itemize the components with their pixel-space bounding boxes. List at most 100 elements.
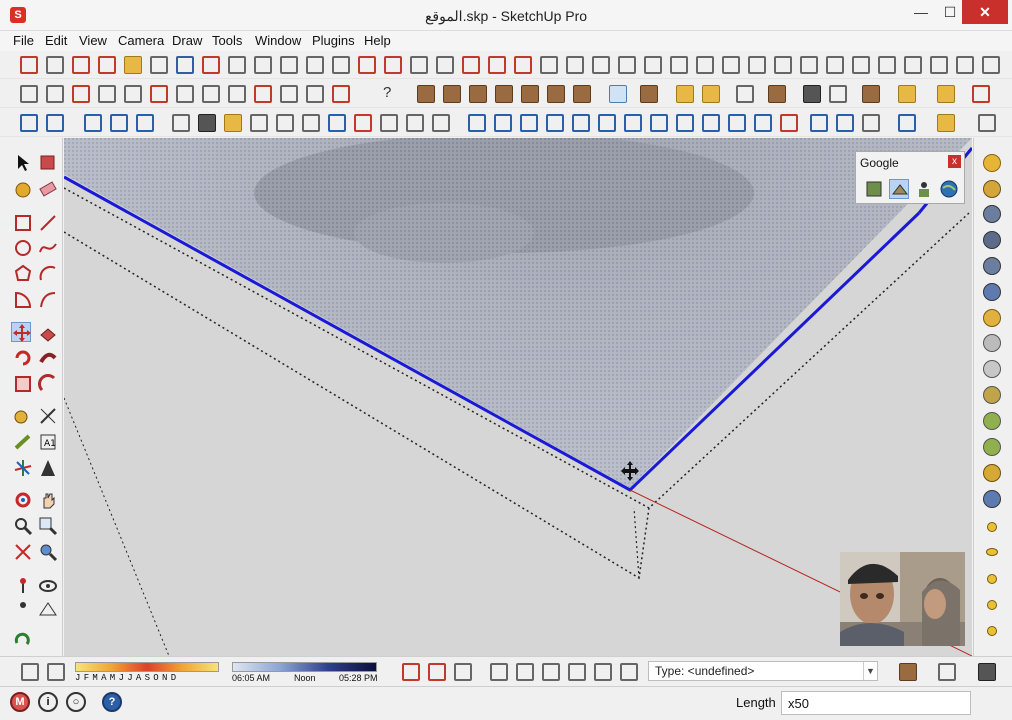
help-plugin-icon[interactable]: [983, 283, 1001, 301]
stairs-icon[interactable]: [696, 56, 714, 74]
geo-location-icon[interactable]: M: [10, 692, 30, 712]
help-icon[interactable]: ?: [102, 692, 122, 712]
text-icon[interactable]: [306, 85, 324, 103]
window-tool-icon[interactable]: [722, 56, 740, 74]
close-button[interactable]: ✕: [962, 0, 1008, 24]
roof-icon[interactable]: [670, 56, 688, 74]
dimension-icon[interactable]: [38, 406, 58, 426]
solid-box-icon[interactable]: [640, 85, 658, 103]
delete-x-icon[interactable]: [46, 85, 64, 103]
split-icon[interactable]: [228, 85, 246, 103]
previous-view-icon[interactable]: [38, 542, 58, 562]
maximize-button[interactable]: ☐: [935, 0, 965, 24]
export-x-icon[interactable]: [547, 85, 565, 103]
terrain-icon[interactable]: [280, 56, 298, 74]
flip-icon[interactable]: [358, 56, 376, 74]
wand-icon[interactable]: [852, 56, 870, 74]
display-shadows-icon[interactable]: [47, 663, 65, 681]
minimize-button[interactable]: —: [906, 0, 936, 24]
place-model-icon[interactable]: [914, 179, 934, 199]
frame-icon[interactable]: [774, 56, 792, 74]
menu-window[interactable]: Window: [255, 33, 301, 48]
group-icon[interactable]: [84, 114, 102, 132]
section-icon[interactable]: [676, 85, 694, 103]
arc-green-icon[interactable]: [598, 114, 616, 132]
menu-draw[interactable]: Draw: [172, 33, 202, 48]
arc-3-icon[interactable]: [676, 114, 694, 132]
br-plugin-icon[interactable]: [983, 257, 1001, 275]
layer-stack-icon[interactable]: [899, 663, 917, 681]
length-input[interactable]: x50: [781, 691, 971, 715]
grid-icon[interactable]: [540, 56, 558, 74]
component-icon[interactable]: [110, 114, 128, 132]
chevron-down-icon[interactable]: ▼: [863, 662, 877, 680]
spline-icon[interactable]: [702, 114, 720, 132]
rt-plugin-icon[interactable]: [983, 231, 1001, 249]
bars-icon[interactable]: [898, 85, 916, 103]
outliner-icon[interactable]: [46, 114, 64, 132]
shear-icon[interactable]: [956, 56, 974, 74]
zoom-extents-icon[interactable]: [13, 542, 33, 562]
top-view-icon[interactable]: [516, 663, 534, 681]
export-ar-icon[interactable]: [469, 85, 487, 103]
right-view-icon[interactable]: [568, 663, 586, 681]
circle-tool-icon[interactable]: [13, 238, 33, 258]
zoom-icon[interactable]: [13, 516, 33, 536]
hand-icon[interactable]: [306, 56, 324, 74]
time-slider[interactable]: [232, 662, 377, 672]
rectangle-icon[interactable]: [72, 85, 90, 103]
move-up-icon[interactable]: [302, 114, 320, 132]
draw-line-icon[interactable]: [98, 85, 116, 103]
refresh-icon[interactable]: [829, 85, 847, 103]
push-pull-icon[interactable]: [38, 323, 58, 343]
pause-icon[interactable]: [983, 490, 1001, 508]
cube-gray-icon[interactable]: [978, 663, 996, 681]
extrude-icon[interactable]: [878, 56, 896, 74]
google-panel-close-button[interactable]: x: [948, 155, 961, 168]
stamp-icon[interactable]: [384, 56, 402, 74]
mesh-plugin-icon[interactable]: [983, 386, 1001, 404]
toggle-terrain-icon[interactable]: [889, 179, 909, 199]
info-icon[interactable]: i: [38, 692, 58, 712]
line-icon[interactable]: [436, 56, 454, 74]
tee-icon[interactable]: [354, 114, 372, 132]
move-tool-icon[interactable]: [11, 322, 31, 342]
front-view-icon[interactable]: [542, 663, 560, 681]
menu-file[interactable]: File: [13, 33, 34, 48]
stack-icon[interactable]: [250, 114, 268, 132]
sweep-icon[interactable]: [930, 56, 948, 74]
fan-icon[interactable]: [454, 663, 472, 681]
zoom-window-icon[interactable]: [38, 516, 58, 536]
wing-icon[interactable]: [904, 56, 922, 74]
3d-text-icon[interactable]: [38, 458, 58, 478]
drop-icon[interactable]: [768, 85, 786, 103]
export-blue-icon[interactable]: [443, 85, 461, 103]
target-icon[interactable]: [428, 663, 446, 681]
export-v-icon[interactable]: [495, 85, 513, 103]
tangent-icon[interactable]: [810, 114, 828, 132]
window-grid-icon[interactable]: [380, 114, 398, 132]
arc-2-icon[interactable]: [468, 114, 486, 132]
ramp-icon[interactable]: [592, 56, 610, 74]
arc-red-icon[interactable]: [780, 114, 798, 132]
zigzag-icon[interactable]: [520, 114, 538, 132]
terrain-plugin-icon[interactable]: [983, 438, 1001, 456]
wave-2-icon[interactable]: [546, 114, 564, 132]
text-tool-icon[interactable]: A1: [38, 432, 58, 452]
select-arrow-icon[interactable]: [13, 153, 33, 173]
r-plugin-icon[interactable]: [983, 205, 1001, 223]
type-selector[interactable]: Type: <undefined> ▼: [648, 661, 878, 681]
sun-icon[interactable]: [983, 464, 1001, 482]
tape-measure-icon[interactable]: [13, 406, 33, 426]
gold-cube-icon[interactable]: [937, 114, 955, 132]
plane-gold-icon[interactable]: [224, 114, 242, 132]
m-plugin-icon[interactable]: [983, 154, 1001, 172]
rectangle-tool-icon[interactable]: [13, 213, 33, 233]
wave-icon[interactable]: [494, 114, 512, 132]
question-icon[interactable]: ?: [383, 83, 391, 103]
offset-tool-icon[interactable]: [38, 374, 58, 394]
export-m-icon[interactable]: [521, 85, 539, 103]
eraser-icon[interactable]: [38, 179, 58, 199]
polygon-tool-icon[interactable]: [13, 264, 33, 284]
paint-icon[interactable]: [13, 179, 33, 199]
